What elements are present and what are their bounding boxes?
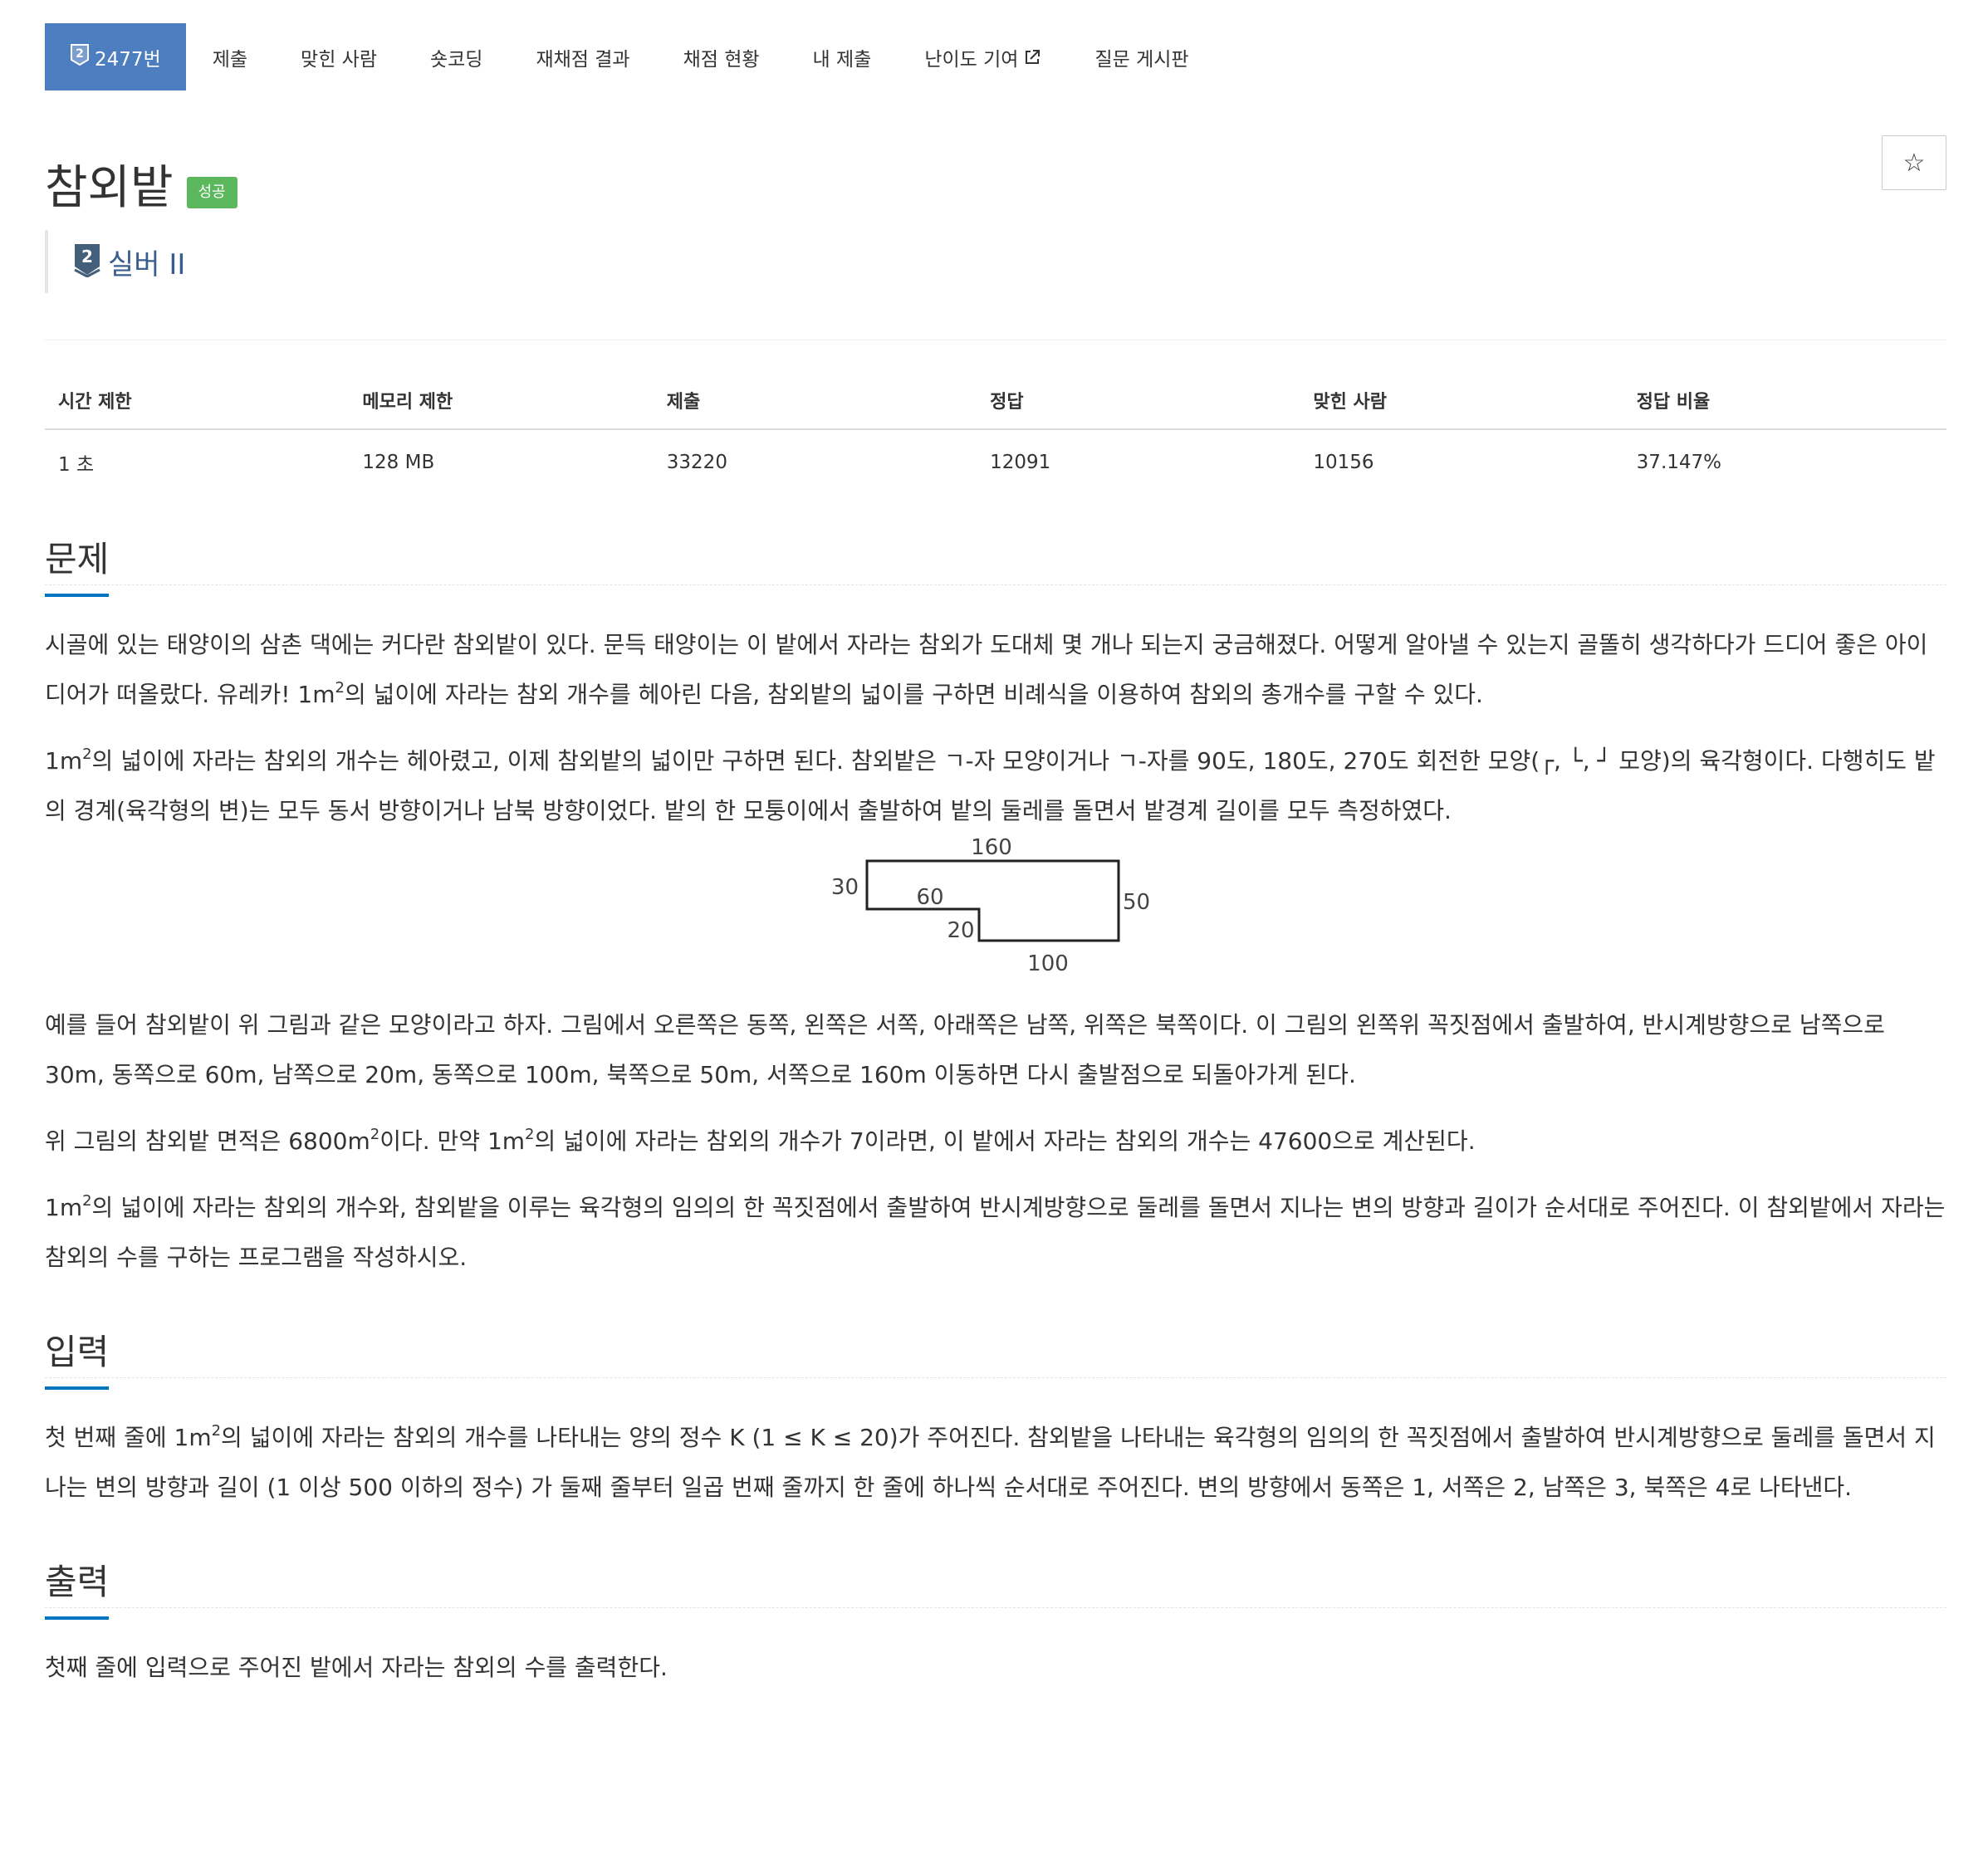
svg-text:2: 2	[76, 47, 84, 61]
problem-paragraph-2: 1m2의 넓이에 자라는 참외의 개수는 헤아렸고, 이제 참외밭의 넓이만 구…	[45, 745, 1936, 824]
status-badge: 성공	[186, 177, 237, 208]
output-paragraph: 첫째 줄에 입력으로 주어진 밭에서 자라는 참외의 수를 출력한다.	[45, 1654, 668, 1681]
label-left: 30	[831, 875, 859, 900]
accepted-value: 12091	[990, 452, 1051, 473]
tier-block: 2 실버 II	[45, 230, 1946, 293]
label-inner-vertical: 20	[947, 918, 974, 943]
input-section-header: 입력	[45, 1316, 1946, 1390]
solved-users-value: 10156	[1313, 452, 1374, 473]
field-shape-diagram: 160 30 60 20 100 50	[831, 835, 1150, 976]
label-inner-horizontal: 60	[916, 885, 943, 910]
header-accept-ratio: 정답 비율	[1623, 387, 1946, 430]
tab-judge-status[interactable]: 채점 현황	[657, 23, 786, 90]
problem-paragraph-4: 위 그림의 참외밭 면적은 6800m2이다. 만약 1m2의 넓이에 자라는 …	[45, 1125, 1476, 1155]
svg-text:2: 2	[81, 247, 93, 266]
problem-section-title: 문제	[45, 531, 110, 597]
input-paragraph: 첫 번째 줄에 1m2의 넓이에 자라는 참외의 개수를 나타내는 양의 정수 …	[45, 1421, 1936, 1501]
title-row: 참외밭 성공 ☆	[45, 135, 1946, 215]
external-link-icon	[1023, 48, 1041, 66]
label-bottom: 100	[1027, 951, 1069, 976]
tab-short-coding[interactable]: 숏코딩	[404, 23, 509, 90]
tab-my-submissions[interactable]: 내 제출	[786, 23, 899, 90]
label-top: 160	[971, 836, 1012, 860]
tab-rejudge-results[interactable]: 재채점 결과	[509, 23, 656, 90]
input-section: 입력 첫 번째 줄에 1m2의 넓이에 자라는 참외의 개수를 나타내는 양의 …	[45, 1316, 1946, 1513]
silver-tier-icon: 2	[73, 242, 101, 281]
favorite-star-button[interactable]: ☆	[1882, 135, 1946, 190]
field-figure: 160 30 60 20 100 50	[45, 835, 1946, 1002]
output-section: 출력 첫째 줄에 입력으로 주어진 밭에서 자라는 참외의 수를 출력한다.	[45, 1546, 1946, 1693]
submissions-value: 33220	[666, 452, 727, 473]
tab-difficulty-label: 난이도 기여	[924, 48, 1019, 71]
tier-label[interactable]: 실버 II	[108, 242, 185, 282]
output-section-header: 출력	[45, 1546, 1946, 1620]
input-body: 첫 번째 줄에 1m2의 넓이에 자라는 참외의 개수를 나타내는 양의 정수 …	[45, 1413, 1946, 1513]
header-time-limit: 시간 제한	[45, 387, 350, 430]
problem-section: 문제 시골에 있는 태양이의 삼촌 댁에는 커다란 참외밭이 있다. 문득 태양…	[45, 523, 1946, 1283]
output-body: 첫째 줄에 입력으로 주어진 밭에서 자라는 참외의 수를 출력한다.	[45, 1643, 1946, 1693]
problem-paragraph-1: 시골에 있는 태양이의 삼촌 댁에는 커다란 참외밭이 있다. 문득 태양이는 …	[45, 631, 1928, 708]
tab-difficulty-contribution[interactable]: 난이도 기여	[898, 23, 1068, 90]
problem-id: 2477번	[95, 48, 161, 71]
tab-submit[interactable]: 제출	[186, 23, 274, 90]
tab-question-board[interactable]: 질문 게시판	[1068, 23, 1215, 90]
problem-section-header: 문제	[45, 523, 1946, 597]
header-solved-users: 맞힌 사람	[1300, 387, 1623, 430]
page-title: 참외밭	[45, 161, 174, 215]
accept-ratio-value: 37.147%	[1636, 452, 1722, 473]
header-submissions: 제출	[653, 387, 977, 430]
header-memory-limit: 메모리 제한	[349, 387, 654, 430]
input-section-title: 입력	[45, 1324, 110, 1390]
memory-limit-value: 128 MB	[362, 452, 435, 473]
output-section-title: 출력	[45, 1554, 110, 1620]
problem-paragraph-5: 1m2의 넓이에 자라는 참외의 개수와, 참외밭을 이루는 육각형의 임의의 …	[45, 1191, 1946, 1271]
problem-paragraph-3: 예를 들어 참외밭이 위 그림과 같은 모양이라고 하자. 그림에서 오른쪽은 …	[45, 1011, 1885, 1088]
info-header-row: 시간 제한 메모리 제한 제출 정답 맞힌 사람 정답 비율	[45, 387, 1946, 430]
page: 2 2477번 제출 맞힌 사람 숏코딩 재채점 결과 채점 현황 내 제출 난…	[45, 23, 1946, 1693]
problem-body: 시골에 있는 태양이의 삼촌 댁에는 커다란 참외밭이 있다. 문득 태양이는 …	[45, 620, 1946, 1283]
label-right: 50	[1123, 890, 1150, 915]
time-limit-value: 1 초	[58, 454, 95, 476]
problem-nav: 2 2477번 제출 맞힌 사람 숏코딩 재채점 결과 채점 현황 내 제출 난…	[45, 23, 1946, 90]
info-value-row: 1 초 128 MB 33220 12091 10156 37.147%	[45, 429, 1946, 477]
tab-problem[interactable]: 2 2477번	[45, 23, 186, 90]
header-accepted: 정답	[977, 387, 1300, 430]
problem-info-table: 시간 제한 메모리 제한 제출 정답 맞힌 사람 정답 비율 1 초 128 M…	[45, 387, 1946, 477]
tab-solved-users[interactable]: 맞힌 사람	[274, 23, 404, 90]
silver-tier-icon: 2	[70, 43, 90, 71]
